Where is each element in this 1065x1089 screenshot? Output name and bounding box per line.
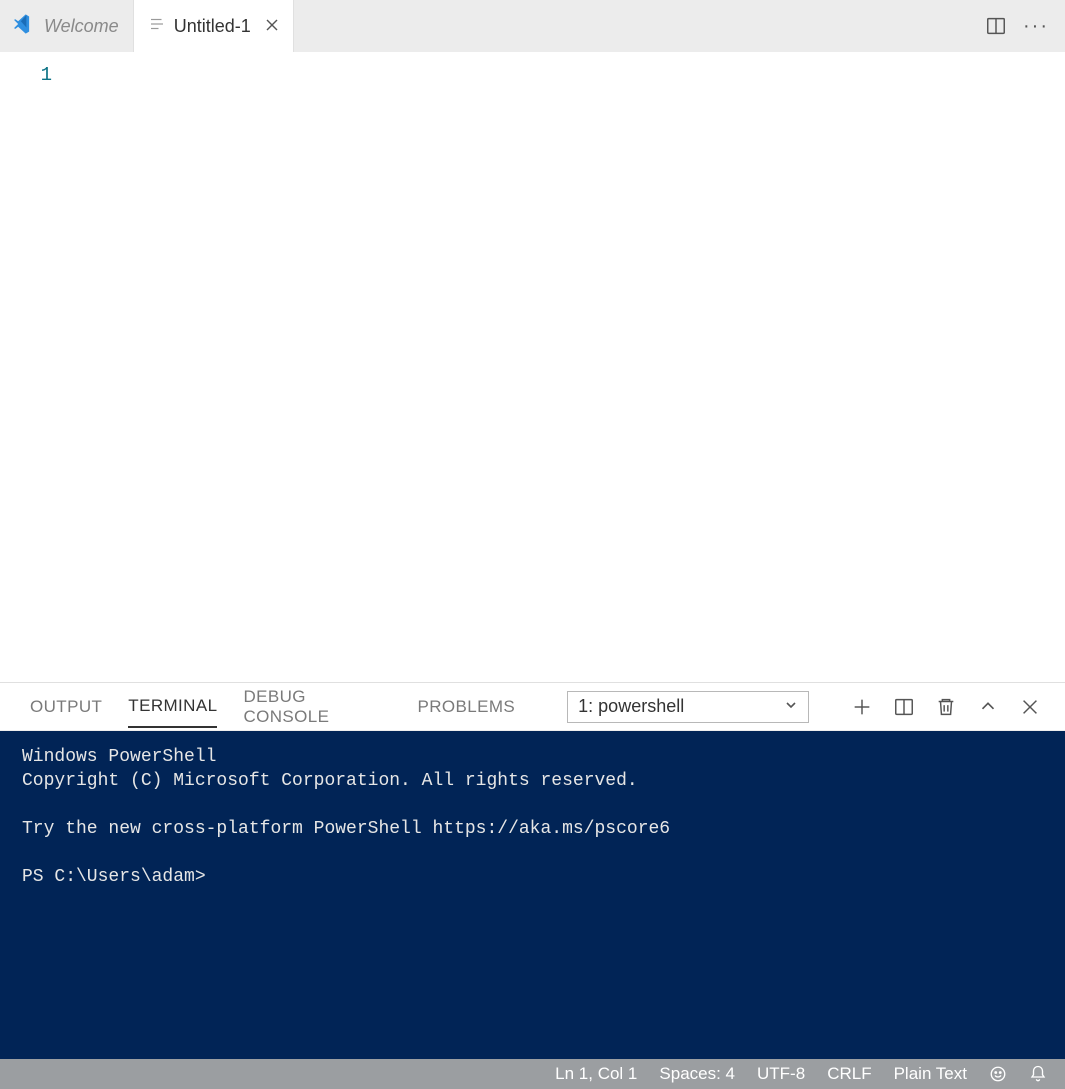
terminal-body[interactable]: Windows PowerShell Copyright (C) Microso… [0,731,1065,1059]
tab-welcome-label: Welcome [44,16,119,37]
terminal-selector-label: 1: powershell [578,696,684,717]
close-panel-icon[interactable] [1019,696,1041,718]
new-terminal-icon[interactable] [851,696,873,718]
status-encoding[interactable]: UTF-8 [757,1064,805,1084]
kill-terminal-icon[interactable] [935,696,957,718]
tab-bar: Welcome Untitled-1 ··· [0,0,1065,52]
tab-bar-actions: ··· [967,0,1065,52]
split-editor-icon[interactable] [985,15,1007,37]
terminal-selector[interactable]: 1: powershell [567,691,809,723]
tab-welcome[interactable]: Welcome [0,0,134,52]
line-number-gutter: 1 [0,52,70,682]
terminal-line: Copyright (C) Microsoft Corporation. All… [22,771,638,791]
file-icon [148,15,166,38]
panel-tab-debug-console[interactable]: DEBUG CONSOLE [243,677,391,737]
terminal-line: Try the new cross-platform PowerShell ht… [22,819,670,839]
panel-actions [851,696,1041,718]
line-number: 1 [0,64,52,86]
more-actions-icon[interactable]: ··· [1025,15,1047,37]
terminal-prompt: PS C:\Users\adam> [22,867,206,887]
feedback-icon[interactable] [989,1065,1007,1083]
maximize-panel-icon[interactable] [977,696,999,718]
status-eol[interactable]: CRLF [827,1064,871,1084]
panel-header: OUTPUT TERMINAL DEBUG CONSOLE PROBLEMS 1… [0,683,1065,731]
status-bar: Ln 1, Col 1 Spaces: 4 UTF-8 CRLF Plain T… [0,1059,1065,1089]
tab-untitled[interactable]: Untitled-1 [134,0,294,52]
notifications-icon[interactable] [1029,1065,1047,1083]
chevron-down-icon [784,696,798,717]
panel-tab-terminal[interactable]: TERMINAL [128,686,217,728]
status-language[interactable]: Plain Text [894,1064,967,1084]
terminal-line: Windows PowerShell [22,747,216,767]
bottom-panel: OUTPUT TERMINAL DEBUG CONSOLE PROBLEMS 1… [0,683,1065,1059]
panel-tab-output[interactable]: OUTPUT [30,687,102,727]
close-tab-icon[interactable] [265,16,279,37]
vscode-logo-icon [14,13,36,40]
code-text-area[interactable] [70,52,1065,682]
split-terminal-icon[interactable] [893,696,915,718]
status-spaces[interactable]: Spaces: 4 [659,1064,735,1084]
editor-area[interactable]: 1 [0,52,1065,683]
status-ln-col[interactable]: Ln 1, Col 1 [555,1064,637,1084]
tab-untitled-label: Untitled-1 [174,16,251,37]
panel-tab-problems[interactable]: PROBLEMS [417,687,515,727]
